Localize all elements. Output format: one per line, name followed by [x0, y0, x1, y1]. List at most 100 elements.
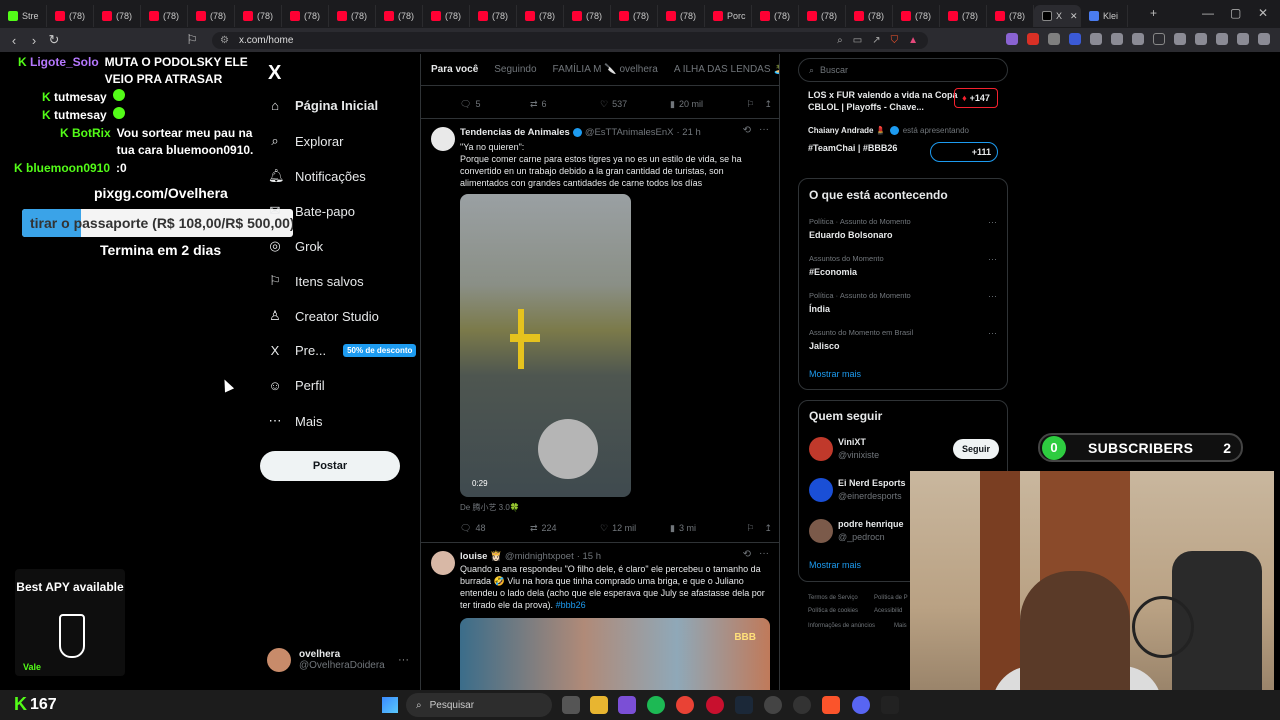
reply-button[interactable]: 🗨︎ 5 — [460, 99, 530, 110]
nav-item-more[interactable]: ⋯ Mais — [268, 413, 323, 429]
footer-link[interactable]: Política de P — [874, 595, 908, 601]
footer-link[interactable]: Política de cookies — [808, 608, 858, 614]
live-host[interactable]: Chaiany Andrade 💄 está apresentando — [808, 126, 969, 135]
chrome-icon[interactable] — [676, 696, 694, 714]
puzzle-icon[interactable] — [1111, 33, 1123, 45]
browser-tab-active[interactable]: X ✕ — [1034, 5, 1081, 27]
reply-button[interactable]: 🗨︎ 48 — [460, 523, 530, 534]
chat-username[interactable]: Ligote_Solo — [30, 54, 99, 88]
author-handle[interactable]: @EsTTAnimalesEnX — [585, 127, 674, 138]
trend-more-icon[interactable]: ··· — [988, 217, 997, 227]
browser-tab[interactable]: (78) — [752, 5, 799, 27]
nav-item-profile[interactable]: ☺ Perfil — [268, 378, 324, 393]
timeline-tab[interactable]: Para você — [431, 64, 478, 75]
browser-tab[interactable]: (78) — [470, 5, 517, 27]
suggestion-name[interactable]: podre henrique — [838, 519, 904, 529]
extension-icon[interactable] — [1027, 33, 1039, 45]
browser-tab[interactable]: (78) — [517, 5, 564, 27]
footer-link[interactable]: Informações de anúncios — [808, 623, 875, 629]
task-view-icon[interactable] — [562, 696, 580, 714]
trend-more-icon[interactable]: ··· — [988, 291, 997, 301]
browser-tab[interactable]: (78) — [611, 5, 658, 27]
screenshot-icon[interactable] — [1132, 33, 1144, 45]
epic-games-icon[interactable] — [881, 696, 899, 714]
nav-item-home[interactable]: ⌂ Página Inicial — [268, 98, 378, 113]
tweet[interactable]: Tendencias de Animales @EsTTAnimalesEnX … — [421, 118, 779, 542]
minimize-icon[interactable]: — — [1202, 6, 1214, 20]
browser-tab[interactable]: Porc — [705, 5, 752, 27]
like-button[interactable]: ♡ 12 mil — [600, 523, 670, 534]
url-field[interactable]: ⚙ x.com/home ⌕ ▭ ↗ ⛉ ▲ — [212, 32, 928, 49]
bookmark-page-icon[interactable]: ⚐ — [182, 32, 202, 48]
timeline-tab[interactable]: FAMÍLIA M 🔪 ovelhera — [553, 64, 658, 75]
close-window-icon[interactable]: ✕ — [1258, 6, 1268, 20]
browser-tab[interactable]: (78) — [893, 5, 940, 27]
share-button[interactable]: ↥ — [764, 523, 772, 534]
footer-link[interactable]: Termos de Serviço — [808, 595, 858, 601]
nav-item-bookmark[interactable]: ⚐ Itens salvos — [268, 273, 363, 289]
leo-ai-icon[interactable] — [1216, 33, 1228, 45]
repost-button[interactable]: ⇄ 224 — [530, 523, 600, 534]
chat-username[interactable]: tutmesay — [54, 107, 107, 124]
close-tab-icon[interactable]: ✕ — [1070, 11, 1078, 22]
media-source[interactable]: De 腾小艺 3.0🍀 — [460, 502, 772, 514]
browser-tab[interactable]: (78) — [564, 5, 611, 27]
chat-username[interactable]: bluemoon0910 — [26, 160, 110, 177]
like-button[interactable]: ♡ 537 — [600, 99, 670, 110]
author-name[interactable]: Tendencias de Animales — [460, 127, 570, 138]
site-info-icon[interactable]: ⚙ — [220, 35, 229, 46]
share-icon[interactable]: ↗ — [872, 35, 880, 46]
follow-button[interactable]: Seguir — [953, 439, 999, 459]
discord-icon[interactable] — [852, 696, 870, 714]
browser-tab[interactable]: (78) — [423, 5, 470, 27]
author-handle[interactable]: @midnightxpoet — [505, 551, 574, 562]
live-event-title[interactable]: LOS x FUR valendo a vida na Copa CBLOL |… — [808, 89, 958, 113]
taskbar-search[interactable]: ⌕ Pesquisar — [406, 693, 552, 717]
suggestion-name[interactable]: ViniXT — [838, 437, 866, 447]
vpn-icon[interactable] — [1237, 33, 1249, 45]
search-input[interactable]: ⌕ Buscar — [798, 58, 1008, 82]
music-icon[interactable] — [1153, 33, 1165, 45]
tweet-image[interactable]: BBB — [460, 618, 770, 690]
trend-more-icon[interactable]: ··· — [988, 254, 997, 264]
opera-icon[interactable] — [706, 696, 724, 714]
browser-tab[interactable]: (78) — [940, 5, 987, 27]
browser-tab[interactable]: (78) — [94, 5, 141, 27]
windows-start-icon[interactable] — [382, 697, 398, 713]
app-icon[interactable] — [618, 696, 636, 714]
account-menu-icon[interactable]: ··· — [398, 654, 409, 666]
reload-icon[interactable]: ↻ — [44, 32, 64, 48]
footer-link[interactable]: Acessibilid — [874, 608, 902, 614]
nav-item-search[interactable]: ⌕ Explorar — [268, 133, 343, 149]
author-name[interactable]: louise 👸🏻 — [460, 551, 502, 562]
cast-icon[interactable]: ▭ — [853, 35, 862, 46]
grok-icon[interactable]: ⟲ — [743, 549, 751, 560]
browser-tab[interactable]: (78) — [846, 5, 893, 27]
listener-count-badge[interactable]: +111 — [930, 142, 998, 162]
chat-username[interactable]: tutmesay — [54, 89, 107, 106]
who-show-more[interactable]: Mostrar mais — [809, 560, 861, 570]
more-icon[interactable]: ··· — [759, 124, 769, 135]
tweet[interactable]: louise 👸🏻 @midnightxpoet · 15 h ⟲ ··· Qu… — [421, 542, 779, 690]
chat-username[interactable]: BotRix — [72, 125, 111, 159]
avatar[interactable] — [431, 127, 455, 151]
zoom-icon[interactable]: ⌕ — [837, 35, 843, 46]
browser-tab[interactable]: (78) — [282, 5, 329, 27]
browser-tab[interactable]: Klei — [1081, 5, 1128, 27]
more-icon[interactable]: ··· — [759, 548, 769, 559]
extension-icon[interactable] — [1069, 33, 1081, 45]
extension-icon[interactable] — [1006, 33, 1018, 45]
extension-icon[interactable] — [1090, 33, 1102, 45]
steam-icon[interactable] — [735, 696, 753, 714]
grok-icon[interactable]: ⟲ — [743, 125, 751, 136]
browser-tab[interactable]: (78) — [376, 5, 423, 27]
new-tab-button[interactable]: + — [1150, 6, 1157, 20]
nav-item-bell[interactable]: 🔔︎ Notificações — [268, 168, 366, 184]
forward-icon[interactable]: › — [24, 33, 44, 48]
app-icon[interactable] — [764, 696, 782, 714]
tweet-video[interactable]: 0:29 — [460, 194, 631, 497]
tweet-time[interactable]: · 21 h — [677, 127, 701, 138]
browser-tab[interactable]: Stre — [0, 5, 47, 27]
extension-icon[interactable] — [1048, 33, 1060, 45]
trends-show-more[interactable]: Mostrar mais — [809, 369, 861, 379]
